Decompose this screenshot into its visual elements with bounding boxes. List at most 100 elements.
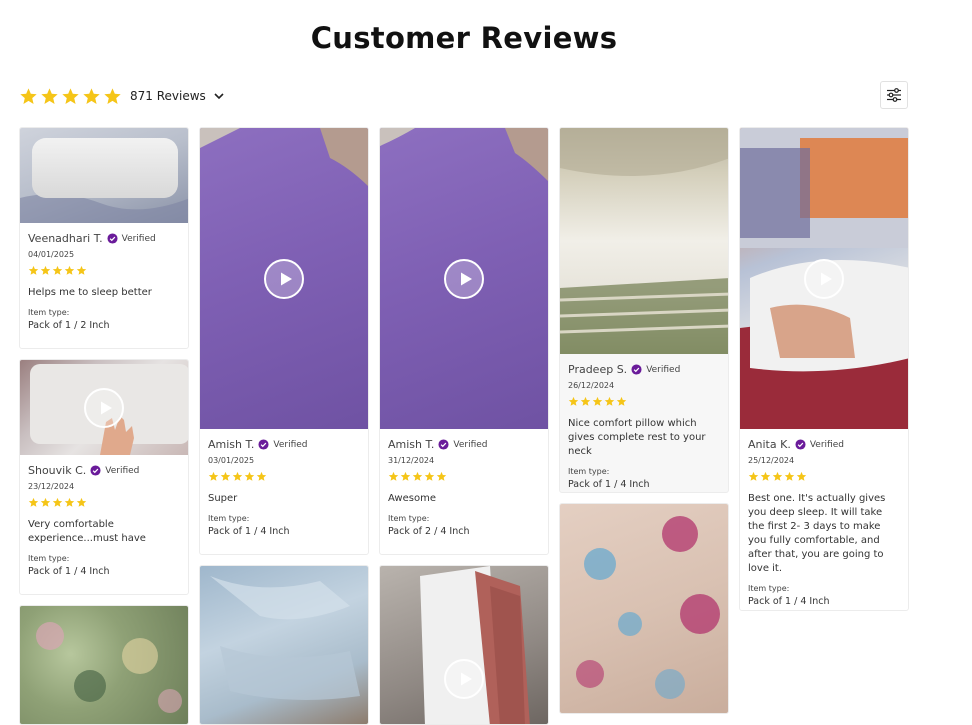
play-button[interactable] [444, 659, 484, 699]
star-icon [796, 471, 807, 481]
star-icon [20, 87, 37, 104]
item-type-label: Item type: [28, 308, 70, 317]
review-text: Very comfortable experience...must have [28, 519, 146, 544]
item-type-value: Pack of 1 / 4 Inch [208, 526, 290, 537]
reviewer-name: Anita K. [748, 438, 791, 451]
review-photo[interactable] [560, 504, 728, 713]
verified-label: Verified [273, 439, 308, 450]
review-card[interactable] [19, 605, 189, 725]
verified-label: Verified [105, 465, 140, 476]
play-icon [820, 272, 832, 285]
review-count: 871 Reviews [130, 89, 206, 103]
item-type-label: Item type: [208, 514, 250, 523]
review-card[interactable] [379, 565, 549, 725]
review-rating-stars [208, 471, 360, 482]
review-video[interactable] [20, 360, 188, 455]
review-text: Helps me to sleep better [28, 287, 152, 298]
verified-label: Verified [453, 439, 488, 450]
star-icon [388, 471, 399, 481]
star-icon [52, 497, 63, 507]
star-icon [748, 471, 759, 481]
star-icon [784, 471, 795, 481]
reviewer-name: Shouvik C. [28, 464, 87, 477]
star-icon [104, 87, 121, 104]
play-icon [280, 272, 292, 285]
check-badge-icon [258, 439, 269, 450]
review-card[interactable]: Amish T. Verified 03/01/2025 Super Item … [199, 127, 369, 555]
review-card[interactable]: Veenadhari T. Verified 04/01/2025 Helps … [19, 127, 189, 349]
star-icon [568, 396, 579, 406]
check-badge-icon [631, 364, 642, 375]
star-icon [208, 471, 219, 481]
star-icon [412, 471, 423, 481]
review-card[interactable] [559, 503, 729, 714]
star-icon [400, 471, 411, 481]
verified-label: Verified [809, 439, 844, 450]
review-card[interactable]: Shouvik C. Verified 23/12/2024 Very comf… [19, 359, 189, 595]
item-type-value: Pack of 1 / 2 Inch [28, 320, 110, 331]
review-date: 26/12/2024 [568, 381, 615, 390]
play-button[interactable] [444, 258, 484, 299]
check-badge-icon [438, 439, 449, 450]
star-icon [64, 265, 75, 275]
review-card[interactable] [199, 565, 369, 725]
play-icon [460, 272, 472, 285]
review-text: Super [208, 493, 238, 504]
reviewer-name: Pradeep S. [568, 363, 628, 376]
review-date: 25/12/2024 [748, 456, 795, 465]
star-icon [244, 471, 255, 481]
item-type-value: Pack of 1 / 4 Inch [28, 566, 110, 577]
review-card[interactable]: Anita K. Verified 25/12/2024 Best one. I… [739, 127, 909, 611]
star-icon [604, 396, 615, 406]
review-rating-stars [388, 471, 540, 482]
play-button[interactable] [264, 258, 304, 299]
review-card[interactable]: Pradeep S. Verified 26/12/2024 Nice comf… [559, 127, 729, 493]
review-date: 31/12/2024 [388, 456, 435, 465]
reviewer-name: Amish T. [388, 438, 435, 451]
review-date: 23/12/2024 [28, 482, 75, 491]
review-video[interactable] [380, 128, 548, 429]
chevron-down-icon[interactable] [213, 90, 225, 102]
sliders-icon [887, 88, 901, 102]
review-text: Awesome [388, 493, 436, 504]
play-button[interactable] [84, 387, 124, 428]
star-icon [256, 471, 267, 481]
star-icon [772, 471, 783, 481]
rating-summary[interactable]: 871 Reviews [19, 86, 225, 106]
reviewer-name: Veenadhari T. [28, 232, 103, 245]
play-icon [460, 672, 472, 686]
review-video[interactable] [200, 128, 368, 429]
review-rating-stars [748, 471, 900, 482]
review-rating-stars [28, 497, 180, 508]
review-photo[interactable] [200, 566, 368, 724]
check-badge-icon [107, 233, 118, 244]
star-icon [28, 265, 39, 275]
star-icon [83, 87, 100, 104]
review-card[interactable]: Amish T. Verified 31/12/2024 Awesome Ite… [379, 127, 549, 555]
review-rating-stars [568, 396, 720, 407]
check-badge-icon [795, 439, 806, 450]
star-icon [760, 471, 771, 481]
star-icon [62, 87, 79, 104]
review-text: Best one. It's actually gives you deep s… [748, 493, 886, 574]
review-date: 03/01/2025 [208, 456, 255, 465]
star-icon [232, 471, 243, 481]
item-type-value: Pack of 1 / 4 Inch [748, 596, 830, 607]
star-icon [616, 396, 627, 406]
review-photo[interactable] [20, 128, 188, 223]
play-button[interactable] [804, 258, 844, 299]
review-photo[interactable] [560, 128, 728, 354]
star-icon [41, 87, 58, 104]
review-video[interactable] [380, 566, 548, 724]
item-type-label: Item type: [568, 467, 610, 476]
review-date: 04/01/2025 [28, 250, 75, 259]
star-icon [52, 265, 63, 275]
review-rating-stars [28, 265, 180, 276]
review-photo[interactable] [20, 606, 188, 724]
item-type-label: Item type: [748, 584, 790, 593]
verified-label: Verified [121, 233, 156, 244]
overall-rating-stars [19, 87, 122, 106]
verified-label: Verified [646, 364, 681, 375]
filter-button[interactable] [880, 81, 908, 109]
review-video[interactable] [740, 128, 908, 429]
